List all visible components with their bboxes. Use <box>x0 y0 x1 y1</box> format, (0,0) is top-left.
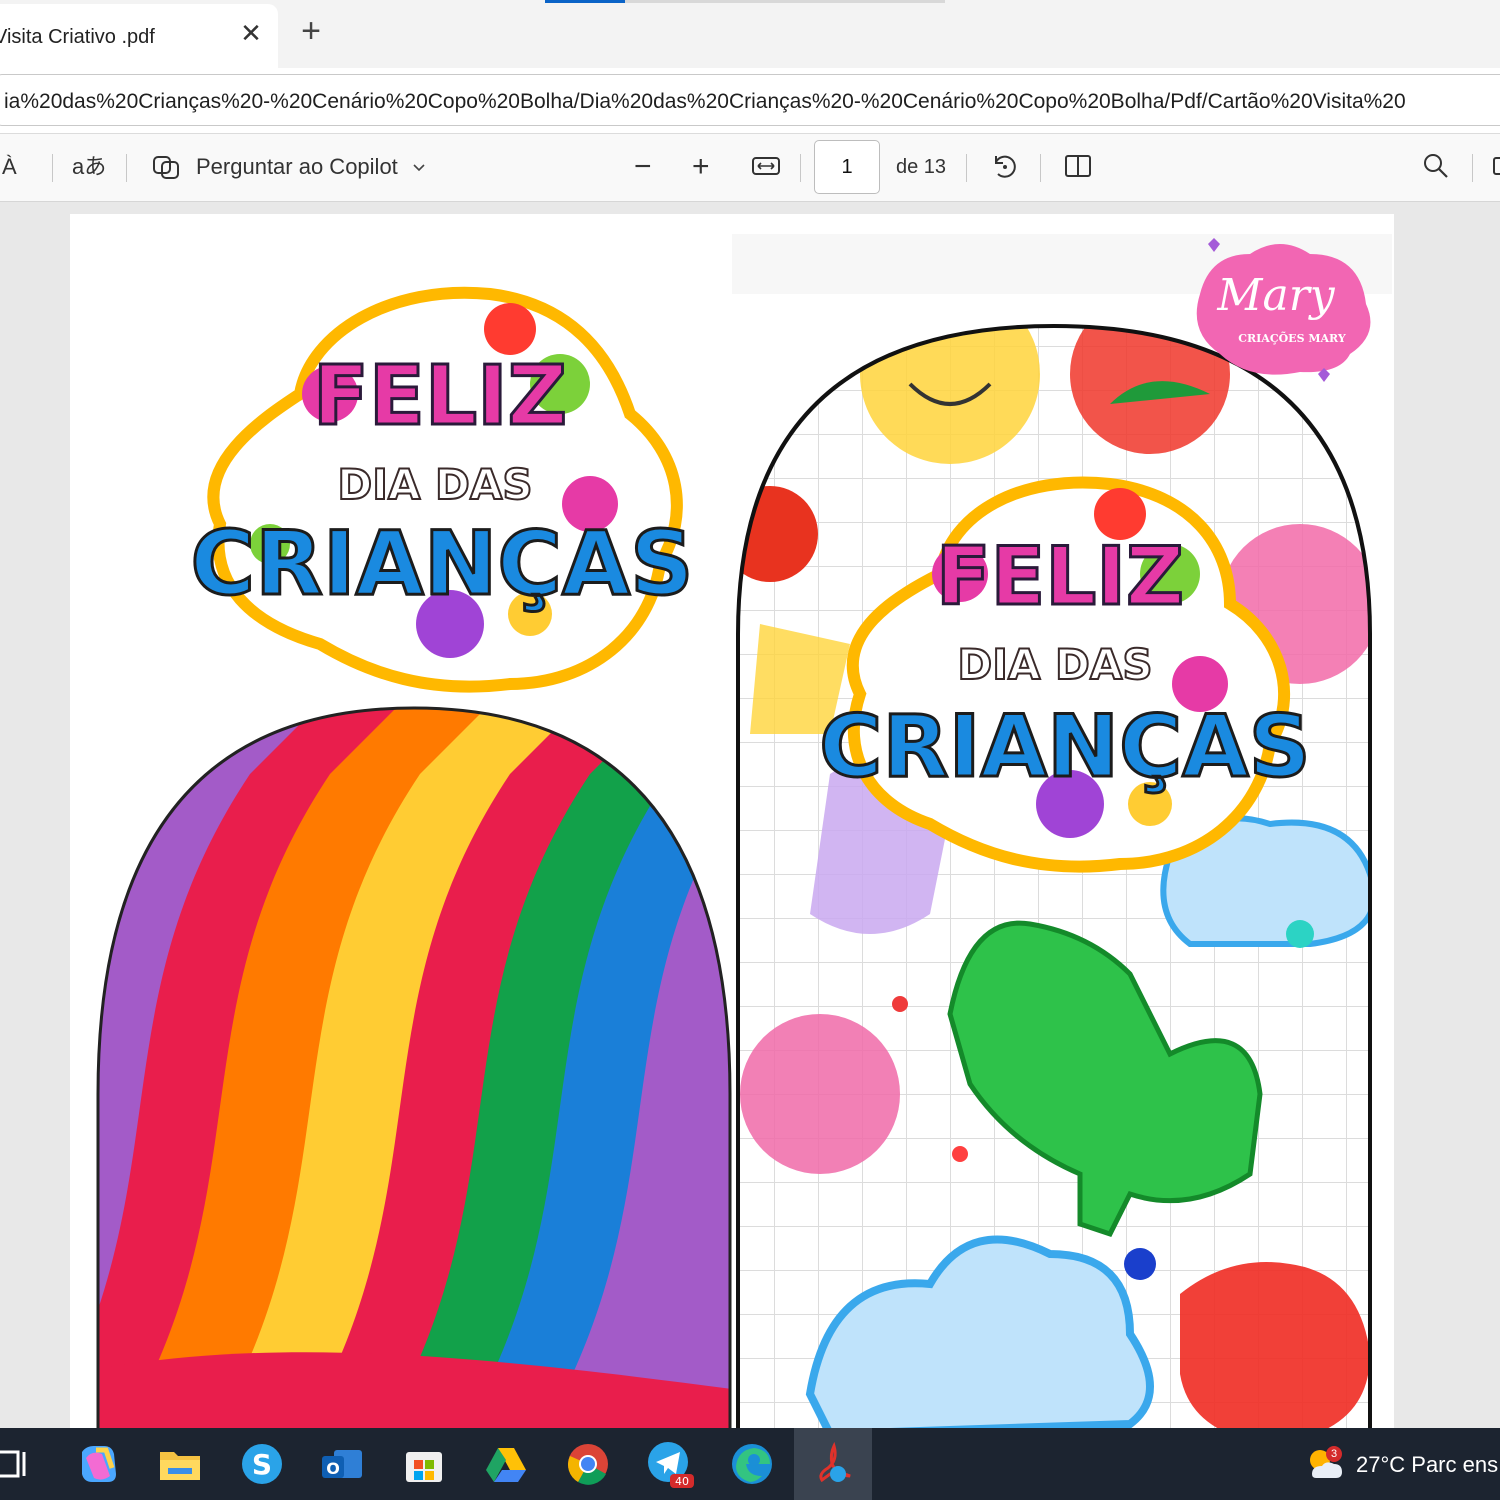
chrome-icon <box>568 1444 608 1485</box>
feliz-dia-logo-left: FELIZ DIA DAS CRIANÇAS <box>189 286 695 693</box>
copilot-icon <box>153 156 179 179</box>
store-button[interactable] <box>398 1438 450 1490</box>
toolbar-divider <box>126 154 127 182</box>
brand-sub: CRIAÇÕES MARY <box>1238 331 1346 345</box>
tab-title: Visita Criativo .pdf <box>0 26 155 48</box>
copilot-taskbar-button[interactable] <box>72 1438 124 1490</box>
page-artwork: FELIZ DIA DAS CRIANÇAS FELIZ DIA DAS CRI… <box>96 234 1392 1428</box>
brand-name: Mary <box>1216 270 1335 321</box>
weather-text: 27°C Parc ens <box>1356 1452 1499 1477</box>
more-tools-button[interactable] <box>1490 150 1500 188</box>
read-aloud-icon: À <box>2 154 17 179</box>
svg-text:S: S <box>252 1448 272 1481</box>
sun-doodle <box>860 326 1040 464</box>
pdf-page: FELIZ DIA DAS CRIANÇAS FELIZ DIA DAS CRI… <box>70 214 1394 1428</box>
weather-icon <box>1310 1450 1342 1478</box>
toolbar-divider <box>800 154 801 182</box>
svg-text:O: O <box>326 1459 340 1478</box>
acrobat-icon <box>819 1441 851 1483</box>
outlook-icon: O <box>322 1450 362 1478</box>
edge-button[interactable] <box>726 1438 778 1490</box>
telegram-icon: 40 <box>648 1442 694 1488</box>
tab-strip: Visita Criativo .pdf ✕ + <box>0 0 1500 68</box>
chevron-down-icon <box>413 164 425 172</box>
store-icon <box>406 1452 442 1482</box>
loading-track <box>625 0 945 3</box>
rotate-button[interactable] <box>988 150 1020 188</box>
task-view-icon <box>0 1450 26 1478</box>
task-view-button[interactable] <box>0 1438 42 1490</box>
outlook-button[interactable]: O <box>316 1438 368 1490</box>
page-number-input[interactable]: 1 <box>814 140 880 194</box>
copilot-button[interactable]: Perguntar ao Copilot <box>150 148 426 186</box>
url-text: ia%20das%20Crianças%20-%20Cenário%20Copo… <box>4 90 1406 113</box>
new-tab-button[interactable]: + <box>296 14 326 48</box>
translate-icon: aあ <box>72 154 107 179</box>
edge-icon <box>732 1444 772 1484</box>
search-button[interactable] <box>1420 150 1452 188</box>
page-total: de 13 <box>896 156 947 178</box>
page-view-icon <box>1065 155 1091 177</box>
taskbar: S O 40 3 27°C Parc ens <box>0 1428 1500 1500</box>
pdf-toolbar: À aあ Perguntar ao Copilot − + 1 de 13 <box>0 134 1500 202</box>
search-icon <box>1424 154 1448 178</box>
google-drive-button[interactable] <box>480 1438 532 1490</box>
file-explorer-button[interactable] <box>154 1438 206 1490</box>
zoom-out-icon: − <box>634 150 652 183</box>
chrome-button[interactable] <box>562 1438 614 1490</box>
skype-icon: S <box>242 1444 282 1484</box>
toolbar-divider <box>966 154 967 182</box>
toolbar-divider <box>1040 154 1041 182</box>
acrobat-button[interactable] <box>808 1438 860 1490</box>
telegram-badge: 40 <box>675 1475 689 1488</box>
fit-width-button[interactable] <box>750 150 782 188</box>
logo-line3: CRIANÇAS <box>191 512 694 615</box>
zoom-in-icon: + <box>692 150 710 183</box>
file-explorer-icon <box>160 1452 200 1480</box>
logo-right-line2: DIA DAS <box>957 640 1152 689</box>
zoom-in-button[interactable]: + <box>692 148 710 186</box>
weather-button[interactable] <box>1298 1438 1350 1490</box>
copilot-icon <box>82 1446 116 1482</box>
toolbar-divider <box>52 154 53 182</box>
pink-flower-left <box>740 1014 900 1174</box>
copilot-label: Perguntar ao Copilot <box>196 154 398 179</box>
weather-badge: 3 <box>1326 1446 1342 1462</box>
logo-right-line1: FELIZ <box>936 530 1184 623</box>
skype-button[interactable]: S <box>236 1438 288 1490</box>
toolbar-divider <box>1472 154 1473 182</box>
google-drive-icon <box>486 1448 526 1482</box>
rotate-icon <box>995 155 1016 178</box>
telegram-button[interactable]: 40 <box>644 1438 696 1490</box>
translate-button[interactable]: aあ <box>72 148 106 186</box>
address-bar: ia%20das%20Crianças%20-%20Cenário%20Copo… <box>0 68 1500 134</box>
page-view-button[interactable] <box>1062 150 1094 188</box>
loading-indicator <box>545 0 625 3</box>
active-tab[interactable]: Visita Criativo .pdf ✕ <box>0 4 278 68</box>
ladybug-doodle <box>738 486 818 582</box>
draw-icon <box>1493 157 1500 175</box>
read-aloud-button[interactable]: À <box>2 148 17 186</box>
zoom-out-button[interactable]: − <box>634 148 652 186</box>
fit-width-icon <box>752 157 780 175</box>
logo-line1: FELIZ <box>313 349 567 444</box>
logo-right-line3: CRIANÇAS <box>819 697 1310 797</box>
logo-line2: DIA DAS <box>337 460 532 509</box>
tab-close-icon[interactable]: ✕ <box>238 20 264 46</box>
document-viewer[interactable]: FELIZ DIA DAS CRIANÇAS FELIZ DIA DAS CRI… <box>0 202 1500 1428</box>
